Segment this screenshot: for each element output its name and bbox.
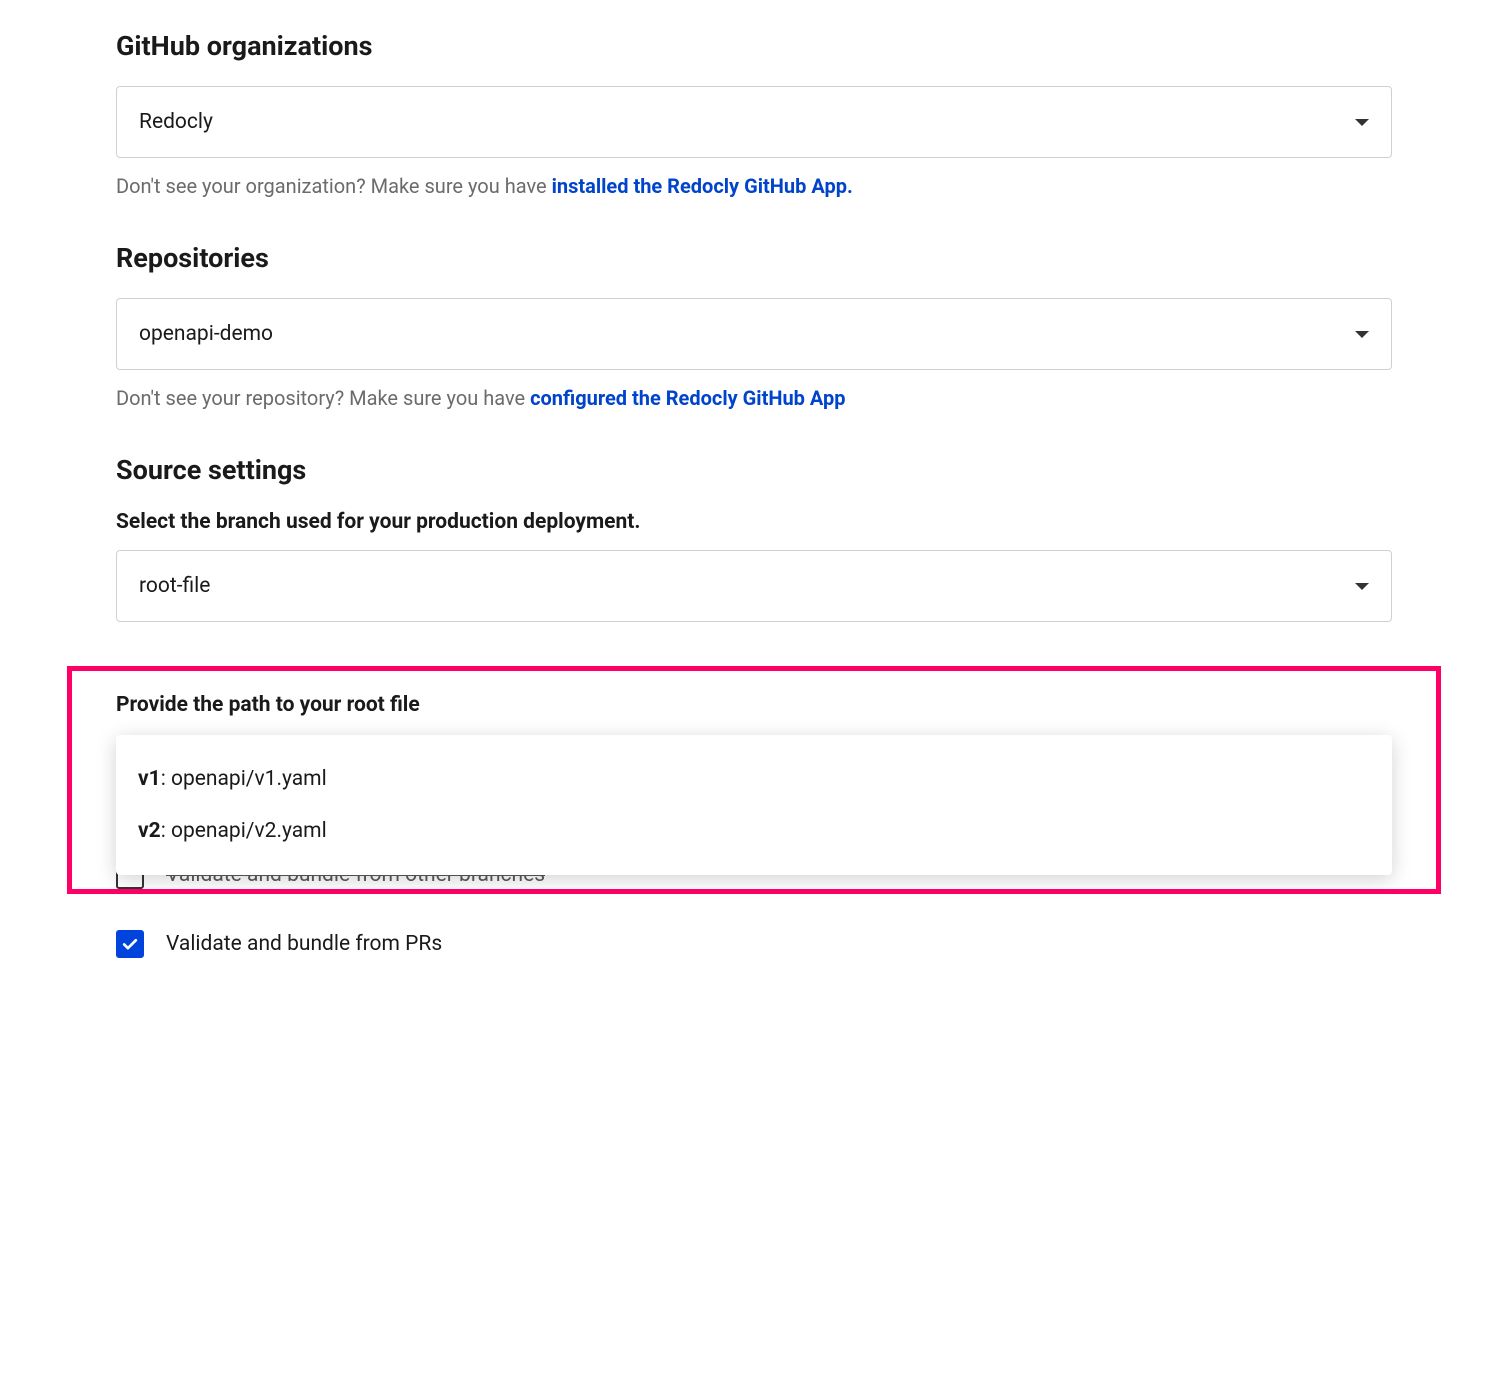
repositories-helper: Don't see your repository? Make sure you… bbox=[116, 386, 1392, 410]
chevron-down-icon bbox=[1355, 331, 1369, 338]
root-file-label: Provide the path to your root file bbox=[116, 693, 1392, 717]
validate-prs-row: Validate and bundle from PRs bbox=[116, 930, 1392, 958]
root-file-option-v1[interactable]: v1: openapi/v1.yaml bbox=[138, 753, 1370, 805]
branch-selected-value: root-file bbox=[139, 574, 210, 598]
check-icon bbox=[120, 934, 140, 954]
root-file-dropdown[interactable]: v1: openapi/v1.yaml v2: openapi/v2.yaml bbox=[116, 735, 1392, 875]
configured-redocly-app-link[interactable]: configured the Redocly GitHub App bbox=[530, 386, 845, 410]
repositories-select[interactable]: openapi-demo bbox=[116, 298, 1392, 370]
source-settings-heading: Source settings bbox=[116, 454, 1392, 486]
validate-prs-label: Validate and bundle from PRs bbox=[166, 932, 442, 956]
github-organizations-helper: Don't see your organization? Make sure y… bbox=[116, 174, 1392, 198]
github-organizations-select[interactable]: Redocly bbox=[116, 86, 1392, 158]
repositories-section: Repositories openapi-demo Don't see your… bbox=[116, 242, 1392, 410]
github-organizations-section: GitHub organizations Redocly Don't see y… bbox=[116, 30, 1392, 198]
validate-prs-checkbox[interactable] bbox=[116, 930, 144, 958]
branch-label: Select the branch used for your producti… bbox=[116, 510, 1392, 534]
repositories-heading: Repositories bbox=[116, 242, 1392, 274]
installed-redocly-app-link[interactable]: installed the Redocly GitHub App. bbox=[552, 174, 853, 198]
root-file-option-v2[interactable]: v2: openapi/v2.yaml bbox=[138, 805, 1370, 857]
branch-select[interactable]: root-file bbox=[116, 550, 1392, 622]
source-settings-section: Source settings Select the branch used f… bbox=[116, 454, 1392, 622]
chevron-down-icon bbox=[1355, 583, 1369, 590]
repositories-selected-value: openapi-demo bbox=[139, 322, 273, 346]
chevron-down-icon bbox=[1355, 119, 1369, 126]
github-organizations-heading: GitHub organizations bbox=[116, 30, 1392, 62]
github-organizations-selected-value: Redocly bbox=[139, 110, 213, 134]
root-file-highlight-box: Provide the path to your root file v1: o… bbox=[67, 666, 1441, 894]
